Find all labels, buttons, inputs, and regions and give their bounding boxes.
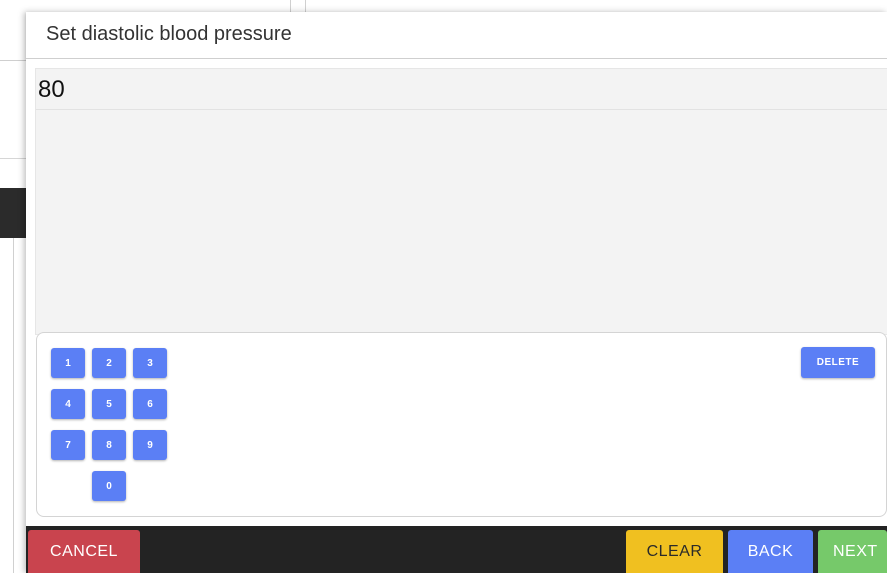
background-divider [13, 238, 14, 573]
number-entry-dialog: Set diastolic blood pressure 80 1 2 3 4 … [26, 12, 887, 573]
background-divider [0, 158, 26, 159]
value-display-area: 80 [35, 68, 887, 335]
key-0[interactable]: 0 [92, 471, 126, 501]
key-8[interactable]: 8 [92, 430, 126, 460]
key-7[interactable]: 7 [51, 430, 85, 460]
dialog-title: Set diastolic blood pressure [46, 23, 292, 45]
value-text: 80 [38, 76, 65, 103]
dialog-body: 80 1 2 3 4 5 6 7 8 9 0 DELETE [26, 59, 887, 526]
delete-button[interactable]: DELETE [801, 347, 875, 378]
key-6[interactable]: 6 [133, 389, 167, 419]
background-divider [0, 60, 26, 61]
page: Set diastolic blood pressure 80 1 2 3 4 … [0, 0, 887, 573]
cancel-button[interactable]: CANCEL [28, 530, 140, 573]
numeric-keypad: 1 2 3 4 5 6 7 8 9 0 DELETE [36, 332, 887, 517]
key-9[interactable]: 9 [133, 430, 167, 460]
key-1[interactable]: 1 [51, 348, 85, 378]
dialog-footer: CANCEL CLEAR BACK NEXT [26, 526, 887, 573]
back-button[interactable]: BACK [728, 530, 813, 573]
next-button[interactable]: NEXT [818, 530, 887, 573]
clear-button[interactable]: CLEAR [626, 530, 723, 573]
key-3[interactable]: 3 [133, 348, 167, 378]
background-dark-bar [0, 188, 26, 238]
key-4[interactable]: 4 [51, 389, 85, 419]
key-5[interactable]: 5 [92, 389, 126, 419]
key-2[interactable]: 2 [92, 348, 126, 378]
value-field[interactable]: 80 [36, 69, 887, 110]
dialog-header: Set diastolic blood pressure [26, 12, 887, 59]
